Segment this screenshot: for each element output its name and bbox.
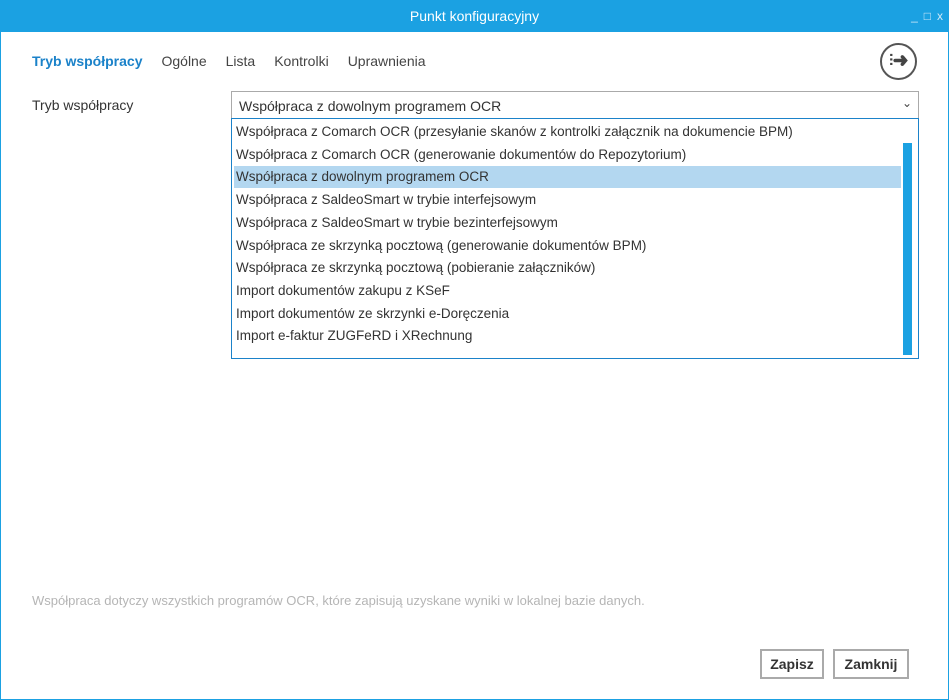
dropdown-option[interactable]: Współpraca z SaldeoSmart w trybie interf… [234,189,901,211]
tab-kontrolki[interactable]: Kontrolki [274,53,328,69]
tab-ogolne[interactable]: Ogólne [161,53,206,69]
dropdown-option[interactable]: Współpraca z SaldeoSmart w trybie bezint… [234,212,901,234]
dropdown-option[interactable]: Import dokumentów zakupu z KSeF [234,280,901,302]
window-title: Punkt konfiguracyjny [409,8,540,24]
dropdown-option[interactable]: Import e-faktur ZUGFeRD i XRechnung [234,325,901,347]
dropdown-option[interactable]: Współpraca z Comarch OCR (przesyłanie sk… [234,121,901,143]
close-window-button[interactable]: x [937,0,943,32]
dropdown-option[interactable]: Współpraca z Comarch OCR (generowanie do… [234,144,901,166]
minimize-button[interactable]: _ [911,0,918,32]
tab-tryb-wspolpracy[interactable]: Tryb współpracy [32,53,142,69]
title-bar: Punkt konfiguracyjny [0,0,949,32]
hint-text: Współpraca dotyczy wszystkich programów … [32,593,645,608]
maximize-button[interactable]: □ [924,0,931,32]
select-value: Współpraca z dowolnym programem OCR [239,98,502,114]
tab-uprawnienia[interactable]: Uprawnienia [348,53,426,69]
chevron-down-icon[interactable]: ⌄ [902,96,912,110]
save-button[interactable]: Zapisz [760,649,824,679]
tab-bar: Tryb współpracy Ogólne Lista Kontrolki U… [32,53,426,69]
dropdown-option[interactable]: Współpraca z dowolnym programem OCR [234,166,901,189]
scrollbar[interactable] [903,143,912,355]
dropdown-list: Współpraca z Comarch OCR (przesyłanie sk… [231,118,919,359]
exit-icon[interactable]: ⫶➜ [880,43,917,80]
mode-select[interactable]: Współpraca z dowolnym programem OCR ⌄ [231,91,919,119]
close-button[interactable]: Zamknij [833,649,909,679]
dropdown-option[interactable]: Współpraca ze skrzynką pocztową (pobiera… [234,257,901,279]
dropdown-option[interactable]: Współpraca ze skrzynką pocztową (generow… [234,235,901,257]
tab-lista[interactable]: Lista [226,53,256,69]
dropdown-option[interactable]: Import dokumentów ze skrzynki e-Doręczen… [234,303,901,325]
field-label: Tryb współpracy [32,97,134,113]
